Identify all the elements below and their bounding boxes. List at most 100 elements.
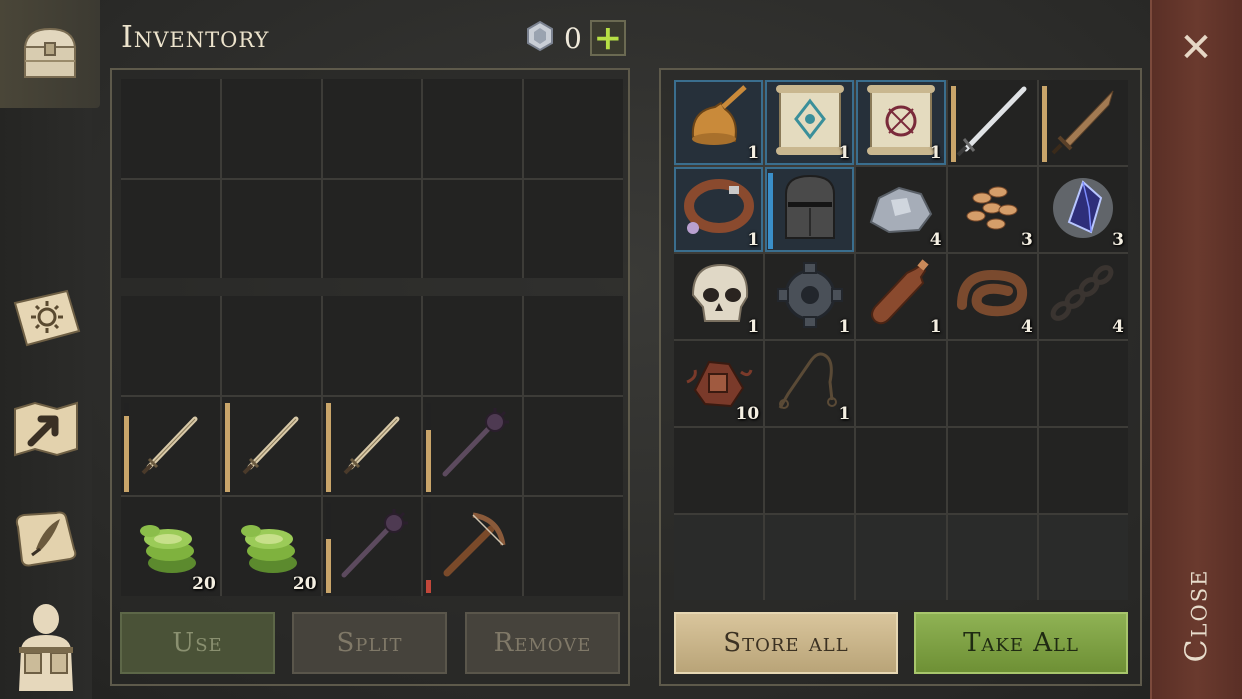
item-quantity: 1 [747, 143, 760, 163]
currency-count: 0 [564, 21, 582, 55]
belt-slot[interactable] [121, 396, 220, 496]
sidebar-item-notes[interactable] [0, 488, 92, 588]
map-arrow-icon [9, 395, 83, 461]
close-icon[interactable]: ✕ [1176, 28, 1216, 68]
belt-slot[interactable] [322, 296, 422, 395]
backpack-slot[interactable] [423, 79, 523, 178]
belt-slot[interactable] [524, 497, 623, 596]
container-slot[interactable] [947, 341, 1037, 426]
belt-slot[interactable]: 20 [121, 497, 220, 596]
container-slot[interactable]: 1 [765, 80, 855, 165]
container-slot[interactable] [947, 80, 1037, 165]
belt-slot[interactable]: 20 [221, 497, 321, 596]
container-slot[interactable]: 10 [674, 341, 764, 426]
mace-icon [332, 505, 412, 589]
container-slot[interactable] [674, 515, 764, 600]
container-slot[interactable]: 1 [674, 167, 764, 252]
backpack-slot[interactable] [121, 79, 220, 178]
container-slot[interactable] [856, 341, 946, 426]
durability-bar [325, 402, 331, 493]
backpack-grid [121, 79, 623, 278]
add-currency-button[interactable]: + [589, 20, 626, 56]
gem-icon [524, 20, 556, 56]
belt-slot[interactable] [524, 396, 623, 496]
helmet-icon [770, 168, 850, 252]
container-slot[interactable]: 1 [674, 254, 764, 339]
sword-icon [236, 409, 306, 483]
belt-slot[interactable] [322, 497, 422, 596]
container-slot[interactable] [765, 515, 855, 600]
backpack-slot[interactable] [524, 79, 623, 178]
durability-bar [426, 503, 432, 593]
item-quantity: 10 [735, 404, 760, 424]
belt-slot[interactable] [423, 396, 523, 496]
mace-icon [433, 404, 513, 488]
store-all-button[interactable]: Store all [674, 612, 898, 674]
container-slot[interactable]: 1 [856, 254, 946, 339]
container-slot[interactable]: 1 [765, 341, 855, 426]
item-quantity: 4 [1112, 317, 1124, 337]
container-slot[interactable]: 4 [947, 254, 1037, 339]
container-slot[interactable] [674, 428, 764, 513]
container-slot[interactable] [1038, 515, 1128, 600]
sword-short-icon [1043, 81, 1123, 165]
sidebar-item-skills[interactable] [0, 268, 92, 368]
container-slot[interactable] [765, 167, 855, 252]
backpack-slot[interactable] [221, 79, 321, 178]
durability-bar [224, 402, 230, 493]
container-slot[interactable]: 1 [856, 80, 946, 165]
container-slot[interactable]: 4 [1038, 254, 1128, 339]
durability-bar [768, 173, 774, 249]
container-slot[interactable]: 3 [947, 167, 1037, 252]
container-slot[interactable] [1038, 428, 1128, 513]
backpack-slot[interactable] [322, 179, 422, 278]
container-slot[interactable] [765, 428, 855, 513]
container-slot[interactable] [947, 428, 1037, 513]
character-backpack-icon [11, 601, 81, 691]
sun-book-icon [9, 285, 83, 351]
longsword-icon [952, 81, 1032, 165]
sidebar [0, 0, 100, 699]
crossbow-icon [433, 505, 513, 589]
item-quantity: 20 [292, 573, 317, 594]
backpack-slot[interactable] [121, 179, 220, 278]
durability-bar [325, 503, 331, 593]
container-slot[interactable]: 3 [1038, 167, 1128, 252]
chest-icon [17, 21, 83, 87]
item-quantity: 3 [1112, 230, 1124, 250]
container-slot[interactable]: 4 [856, 167, 946, 252]
belt-slot[interactable] [423, 497, 523, 596]
belt-slot[interactable] [322, 396, 422, 496]
backpack-slot[interactable] [423, 179, 523, 278]
durability-bar [426, 402, 432, 493]
belt-slot[interactable] [423, 296, 523, 395]
remove-button[interactable]: Remove [465, 612, 620, 674]
container-slot[interactable] [1038, 80, 1128, 165]
belt-slot[interactable] [121, 296, 220, 395]
container-slot[interactable] [947, 515, 1037, 600]
sword-icon [337, 409, 407, 483]
belt-slot[interactable] [221, 396, 321, 496]
sidebar-item-chest[interactable] [0, 0, 100, 108]
item-quantity: 20 [192, 573, 216, 594]
split-button[interactable]: Split [292, 612, 447, 674]
scroll-quill-icon [10, 505, 82, 571]
belt-slot[interactable] [221, 296, 321, 395]
currency-display: 0 + [524, 20, 626, 56]
sidebar-item-character[interactable] [0, 596, 92, 696]
backpack-slot[interactable] [221, 179, 321, 278]
backpack-slot[interactable] [524, 179, 623, 278]
backpack-slot[interactable] [322, 79, 422, 178]
sidebar-item-map[interactable] [0, 378, 92, 478]
close-label[interactable]: Close [1177, 560, 1217, 670]
container-slot[interactable]: 1 [674, 80, 764, 165]
take-all-button[interactable]: Take All [914, 612, 1128, 674]
container-slot[interactable]: 1 [765, 254, 855, 339]
container-slot[interactable] [856, 515, 946, 600]
item-quantity: 4 [929, 230, 942, 250]
item-quantity: 3 [1020, 230, 1033, 250]
use-button[interactable]: Use [120, 612, 275, 674]
container-slot[interactable] [856, 428, 946, 513]
container-slot[interactable] [1038, 341, 1128, 426]
belt-slot[interactable] [524, 296, 623, 395]
